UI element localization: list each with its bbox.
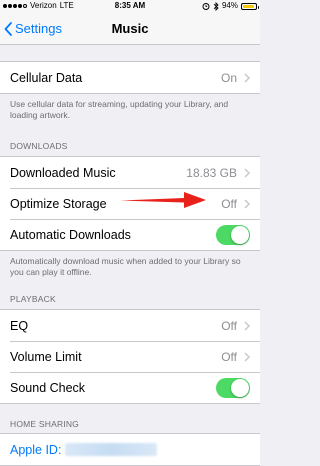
chevron-right-icon	[244, 351, 250, 362]
downloaded-music-row[interactable]: Downloaded Music 18.83 GB	[0, 157, 260, 188]
cellular-data-row[interactable]: Cellular Data On	[0, 62, 260, 93]
volume-limit-row[interactable]: Volume Limit Off	[0, 341, 260, 372]
chevron-right-icon	[244, 198, 250, 209]
page-title: Music	[111, 21, 149, 36]
downloads-header: DOWNLOADS	[10, 141, 68, 151]
playback-header: PLAYBACK	[10, 294, 56, 304]
chevron-right-icon	[244, 72, 250, 83]
volume-limit-value: Off	[221, 349, 237, 364]
battery-fill	[243, 4, 255, 8]
status-bar: Verizon LTE 8:35 AM 94%	[0, 0, 260, 12]
annotation-arrow	[120, 192, 206, 208]
redacted-apple-id	[65, 443, 158, 456]
battery-icon	[241, 2, 259, 10]
cellular-group: Cellular Data On	[0, 61, 260, 94]
automatic-downloads-row: Automatic Downloads	[0, 219, 260, 250]
sound-check-row: Sound Check	[0, 372, 260, 403]
home-sharing-section: HOME SHARING Apple ID:	[0, 419, 260, 466]
playback-group: EQ Off Volume Limit Off Sound Check	[0, 309, 260, 404]
alarm-icon	[202, 3, 210, 10]
cellular-footer: Use cellular data for streaming, updatin…	[10, 99, 229, 120]
eq-row[interactable]: EQ Off	[0, 310, 260, 341]
toggle-knob	[231, 378, 249, 397]
home-sharing-header: HOME SHARING	[10, 419, 79, 429]
cellular-section: Cellular Data On Use cellular data for s…	[0, 61, 260, 121]
automatic-downloads-toggle[interactable]	[216, 224, 250, 245]
cellular-data-label: Cellular Data	[10, 70, 83, 85]
apple-id-label: Apple ID:	[10, 442, 62, 457]
toggle-knob	[231, 225, 249, 244]
downloaded-music-value: 18.83 GB	[186, 165, 237, 180]
sound-check-toggle[interactable]	[216, 377, 250, 398]
eq-label: EQ	[10, 318, 29, 333]
downloaded-music-label: Downloaded Music	[10, 165, 116, 180]
navigation-bar: Settings Music	[0, 12, 260, 45]
playback-section: PLAYBACK EQ Off Volume Limit Off Sound C…	[0, 294, 260, 404]
sound-check-label: Sound Check	[10, 380, 86, 395]
automatic-downloads-label: Automatic Downloads	[10, 227, 131, 242]
apple-id-row[interactable]: Apple ID:	[0, 434, 260, 465]
cellular-data-value: On	[220, 70, 237, 85]
volume-limit-label: Volume Limit	[10, 349, 82, 364]
battery-percent: 94%	[221, 1, 238, 10]
status-right: 94%	[202, 0, 259, 12]
bluetooth-icon	[213, 1, 219, 11]
optimize-storage-value: Off	[221, 196, 237, 211]
eq-value: Off	[221, 318, 237, 333]
chevron-right-icon	[244, 320, 250, 331]
chevron-right-icon	[244, 167, 250, 178]
home-sharing-group: Apple ID:	[0, 433, 260, 466]
downloads-footer: Automatically download music when added …	[10, 256, 241, 277]
